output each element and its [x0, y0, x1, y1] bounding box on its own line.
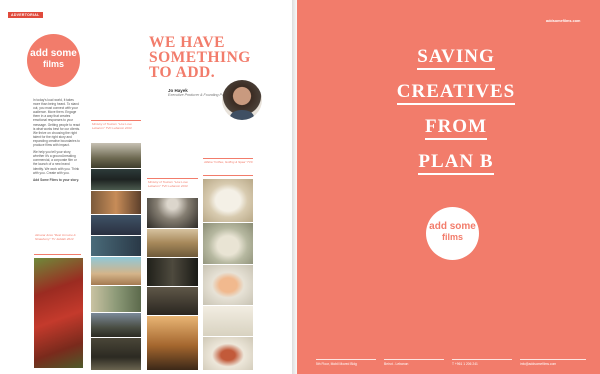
dish-photo-5: [203, 337, 253, 370]
add-some-films-logo: add some films: [27, 34, 80, 87]
body-paragraph: We help you tell your story, whether it'…: [33, 150, 80, 175]
dish-photo-2: [203, 223, 253, 264]
beach-photo: [91, 257, 141, 285]
magazine-spread: ADVERTORIAL add some films WE HAVE SOMET…: [0, 0, 600, 374]
divider: [203, 158, 253, 159]
footer-divider: [520, 359, 586, 360]
sunset-photo: [147, 316, 198, 370]
footer-phone: T +961 1 206 241: [452, 362, 478, 366]
cover-title-line: SAVING: [417, 46, 495, 70]
headline-line: TO ADD.: [149, 64, 216, 81]
crowd-photo: [91, 191, 141, 214]
divider: [203, 175, 253, 176]
add-some-films-logo-white: add some films: [426, 207, 479, 260]
strawberry-photo: [34, 258, 83, 368]
cover-title-line: PLAN B: [418, 151, 494, 175]
body-paragraph: In today's loud world, it takes more tha…: [33, 98, 80, 148]
headline-line: WE HAVE: [149, 34, 225, 51]
hills-photo: [91, 286, 141, 312]
dark-interior-photo: [147, 258, 198, 286]
advertorial-tag: ADVERTORIAL: [8, 12, 43, 18]
footer-address: 5th Floor, Mobil Moved Bldg: [316, 362, 357, 366]
caption-tourism-2: Ministry of Tourism "Live Love Lebanon" …: [148, 180, 188, 188]
logo-line-1: add some: [429, 221, 476, 232]
cover-title-line: CREATIVES: [396, 81, 516, 105]
headline-line: SOMETHING: [149, 49, 251, 66]
dish-photo-4: [203, 306, 253, 336]
left-page: ADVERTORIAL add some films WE HAVE SOMET…: [0, 0, 297, 374]
footer-divider: [316, 359, 376, 360]
author-portrait: [222, 80, 262, 120]
headline: WE HAVE SOMETHING TO ADD.: [149, 34, 279, 81]
footer-city: Beirut - Lebanon: [384, 362, 409, 366]
divider: [147, 178, 198, 179]
desert-photo: [91, 338, 141, 370]
dish-photo-1: [203, 179, 253, 222]
cover-title: SAVING CREATIVES FROM PLAN B: [386, 42, 526, 182]
logo-line-1: add some: [30, 48, 77, 59]
sea-photo: [91, 236, 141, 256]
cover-title-line: FROM: [424, 116, 488, 140]
caption-alfaba: Alfaba "Coffee, Golfing & Spaa" TVC: [204, 160, 253, 164]
dish-photo-3: [203, 265, 253, 305]
night-photo: [91, 215, 141, 235]
caption-tourism-1: Ministry of Tourism "Live Love Lebanon" …: [92, 122, 132, 130]
mountain-photo: [91, 143, 141, 168]
street-photo: [91, 169, 141, 190]
divider: [34, 254, 81, 255]
ruins-photo: [91, 313, 141, 337]
footer-email: info@addsomefilms.com: [520, 362, 557, 366]
body-text: In today's loud world, it takes more tha…: [33, 98, 80, 185]
logo-line-2: films: [42, 59, 64, 69]
caption-almarai: Almarai Juice "Rest Immune & Strawberry"…: [35, 233, 76, 241]
body-strong: Add Some Films to your story.: [33, 177, 79, 182]
footer-divider: [384, 359, 444, 360]
divider: [91, 120, 141, 121]
website-url: addsomefilms.com: [546, 19, 581, 23]
castle-photo: [147, 287, 198, 315]
moon-sky-photo: [147, 198, 198, 228]
footer-divider: [452, 359, 512, 360]
logo-line-2: films: [441, 232, 463, 242]
temple-photo: [147, 229, 198, 257]
